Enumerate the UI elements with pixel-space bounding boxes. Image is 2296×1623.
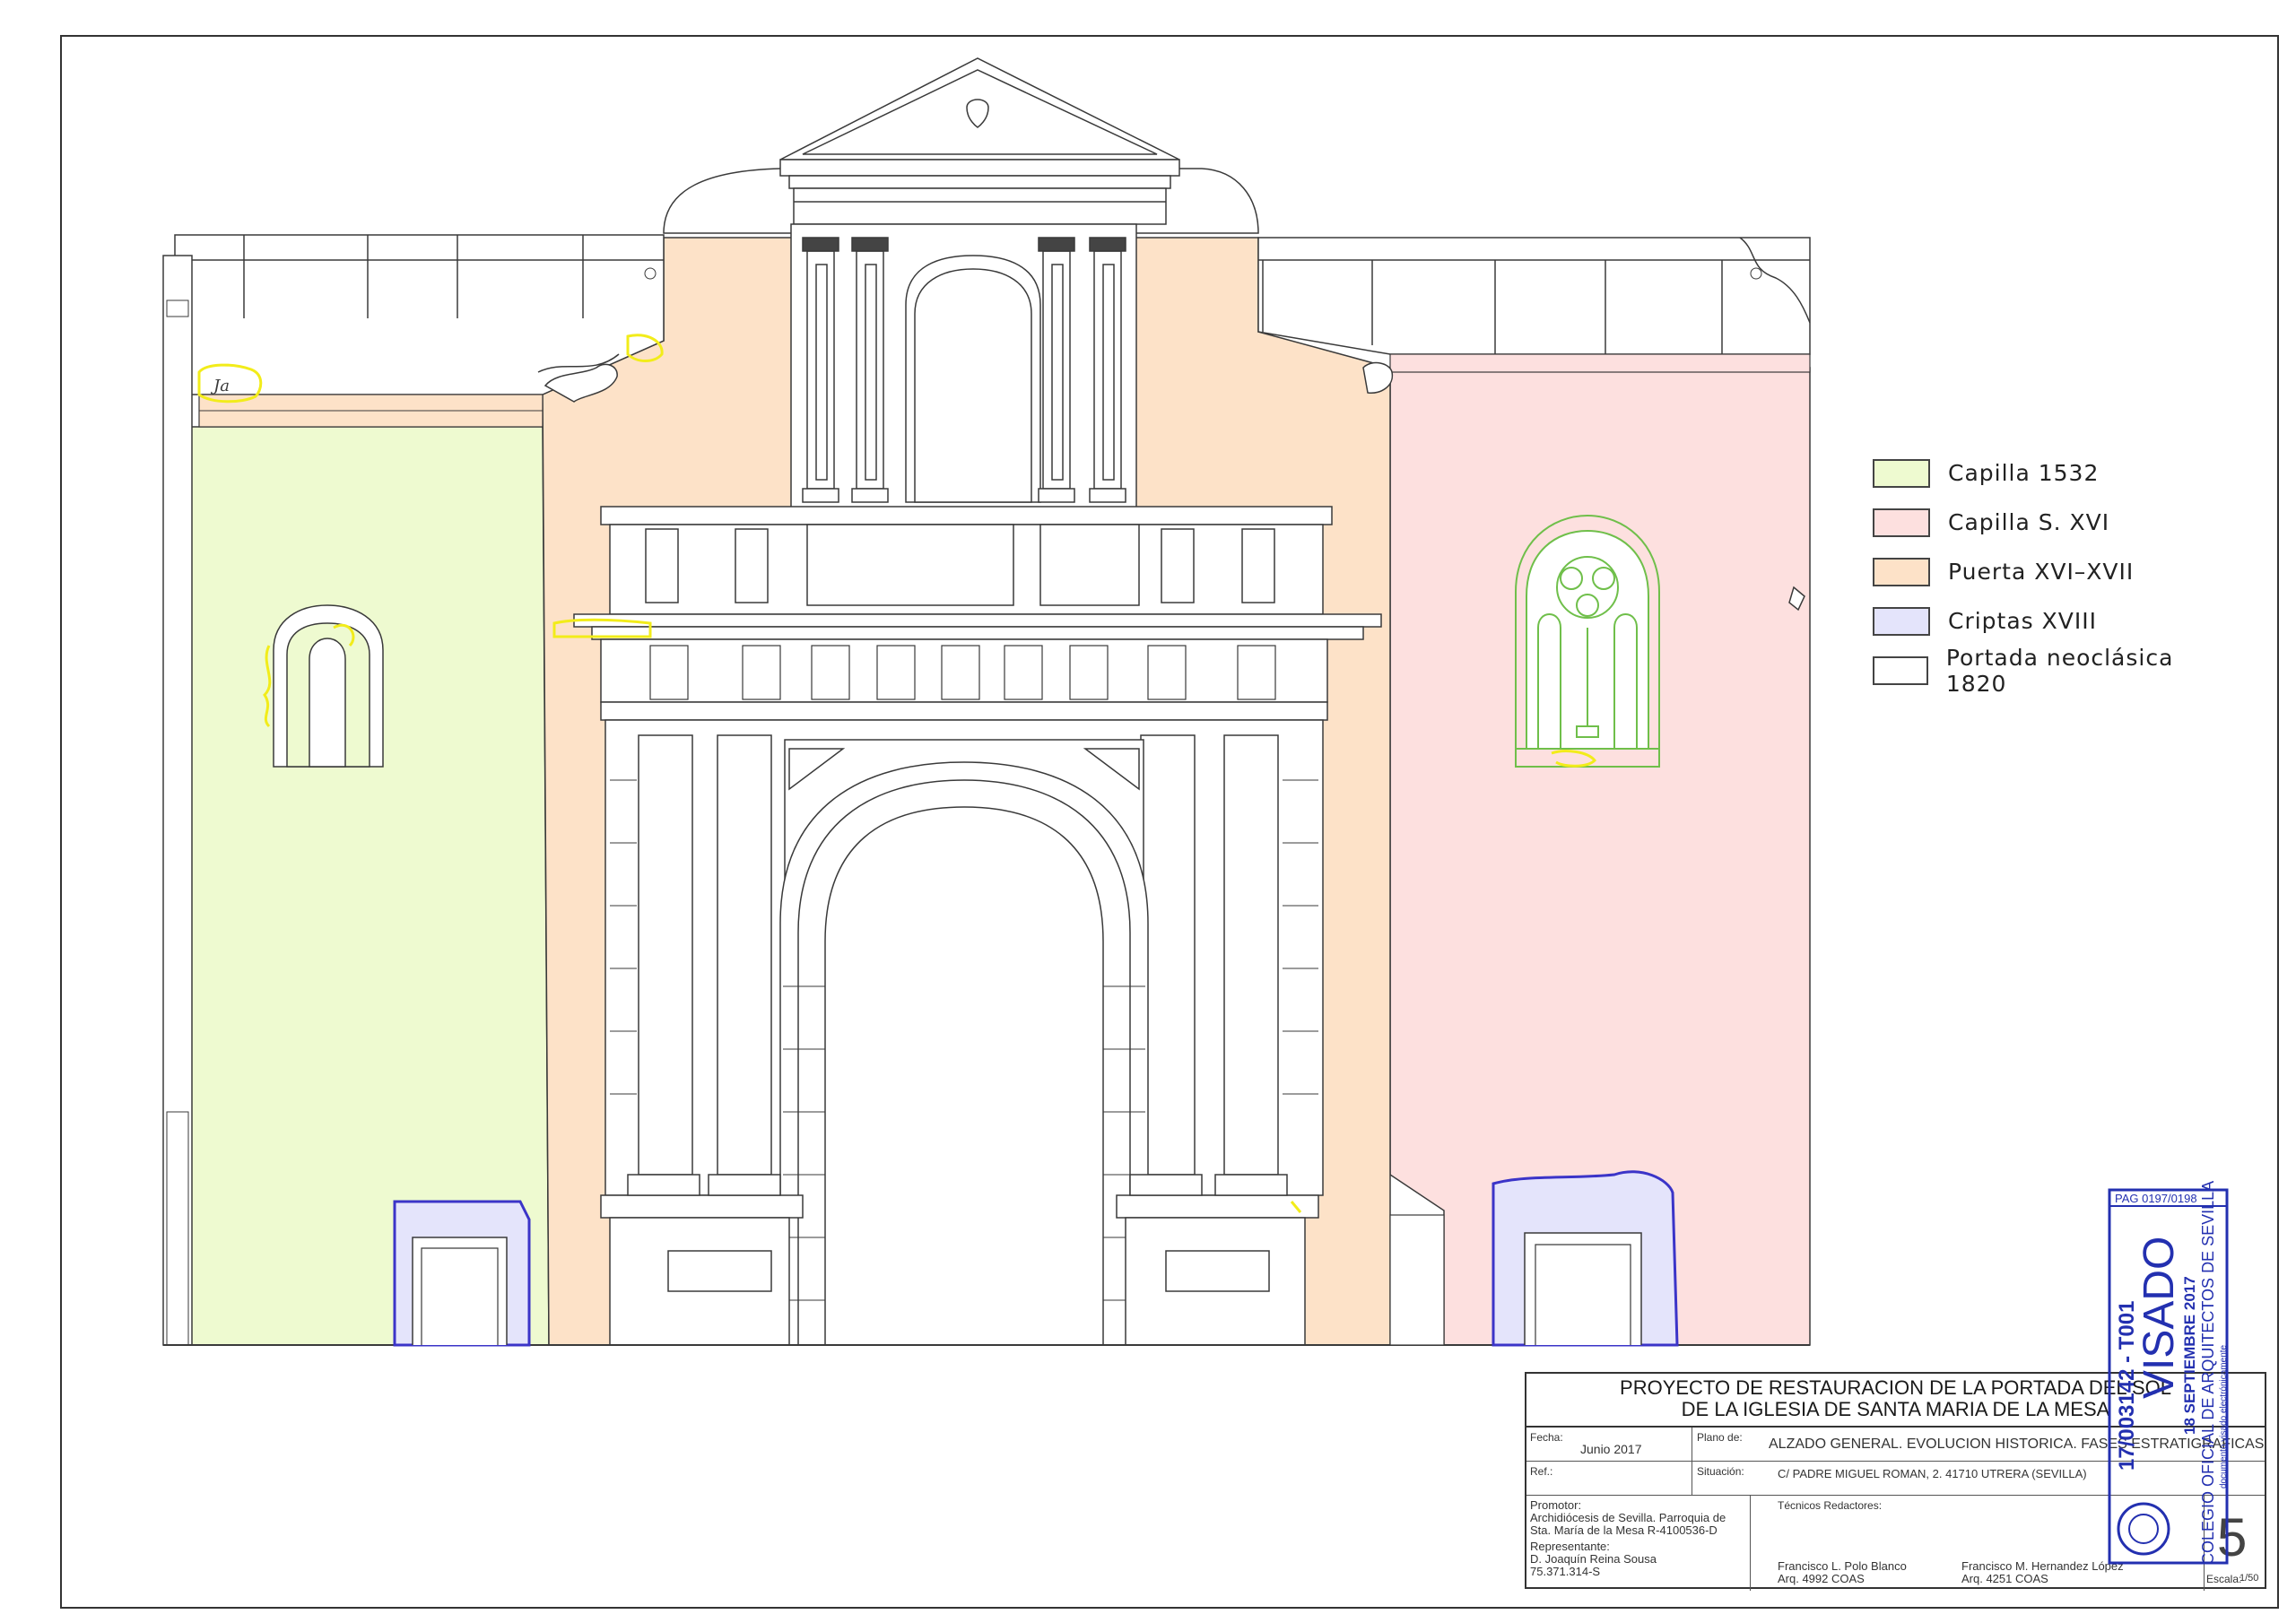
situacion-value: C/ PADRE MIGUEL ROMAN, 2. 41710 UTRERA (… — [1778, 1467, 2087, 1480]
legend: Capilla 1532 Capilla S. XVI Puerta XVI–X… — [1873, 448, 2231, 697]
left-arched-window — [273, 604, 384, 768]
tecnico-2-name: Francisco M. Hernandez López — [1961, 1559, 2124, 1573]
middle-parapet — [600, 506, 1333, 615]
tecnico-1-name: Francisco L. Polo Blanco — [1778, 1559, 1907, 1573]
representante-line2: 75.371.314-S — [1530, 1565, 1601, 1578]
legend-label: Capilla S. XVI — [1948, 509, 2110, 535]
promotor-label: Promotor: — [1530, 1498, 1582, 1512]
legend-swatch — [1873, 606, 1930, 636]
situacion-label: Situación: — [1697, 1465, 1744, 1478]
escala-label: Escala: — [2206, 1573, 2242, 1585]
tecnicos-label: Técnicos Redactores: — [1778, 1499, 1883, 1512]
college-seal-icon — [2117, 1502, 2170, 1556]
legend-label: Puerta XVI–XVII — [1948, 559, 2135, 585]
stamp-page-ref: PAG 0197/0198 — [2115, 1192, 2197, 1205]
legend-label: Criptas XVIII — [1948, 608, 2097, 634]
tecnico-1-id: Arq. 4992 COAS — [1778, 1572, 1865, 1585]
right-gothic-window — [1515, 514, 1660, 768]
legend-label: Portada neoclásica 1820 — [1945, 644, 2174, 697]
crypt-right — [1492, 1170, 1679, 1347]
escala-value: 1/50 — [2239, 1573, 2259, 1584]
legend-swatch — [1873, 458, 1930, 488]
plano-label: Plano de: — [1697, 1431, 1743, 1444]
annotation-text: Ja — [210, 377, 230, 395]
stamp-date: 18 SEPTIEMBRE 2017 — [2181, 1276, 2198, 1435]
legend-label: Capilla 1532 — [1948, 460, 2100, 486]
promotor-line1: Archidiócesis de Sevilla. Parroquia de — [1530, 1511, 1726, 1524]
pediment — [779, 57, 1180, 225]
fecha-value: Junio 2017 — [1580, 1442, 1642, 1456]
legend-swatch — [1873, 655, 1928, 685]
legend-item: Capilla S. XVI — [1873, 498, 2231, 547]
tecnico-1: Francisco L. Polo Blanco Arq. 4992 COAS — [1778, 1560, 1907, 1585]
legend-item: Puerta XVI–XVII — [1873, 547, 2231, 596]
fecha-label: Fecha: — [1530, 1431, 1563, 1444]
stamp-college: COLEGIO OFICIAL DE ARQUITECTOS DE SEVILL… — [2199, 1180, 2217, 1565]
legend-swatch — [1873, 557, 1930, 586]
crypt-left — [393, 1200, 531, 1347]
stamp-visado: VISADO — [2135, 1236, 2183, 1399]
legend-swatch — [1873, 508, 1930, 537]
tecnico-2-id: Arq. 4251 COAS — [1961, 1572, 2048, 1585]
triglyph-row — [649, 645, 1276, 700]
representante-line1: D. Joaquín Reina Sousa — [1530, 1552, 1657, 1566]
legend-item: Criptas XVIII — [1873, 596, 2231, 646]
upper-window-frame — [790, 223, 1137, 510]
promotor-line2: Sta. María de la Mesa R-4100536-D — [1530, 1523, 1718, 1537]
promotor-text: Promotor: Archidiócesis de Sevilla. Parr… — [1530, 1499, 1726, 1578]
tecnico-2: Francisco M. Hernandez López Arq. 4251 C… — [1961, 1560, 2124, 1585]
legend-item: Portada neoclásica 1820 — [1873, 644, 2231, 697]
ref-label: Ref.: — [1530, 1465, 1553, 1478]
legend-item: Capilla 1532 — [1873, 448, 2231, 498]
stamp-note: documento visado electrónicamente — [2219, 1344, 2229, 1488]
representante-label: Representante: — [1530, 1540, 1610, 1553]
